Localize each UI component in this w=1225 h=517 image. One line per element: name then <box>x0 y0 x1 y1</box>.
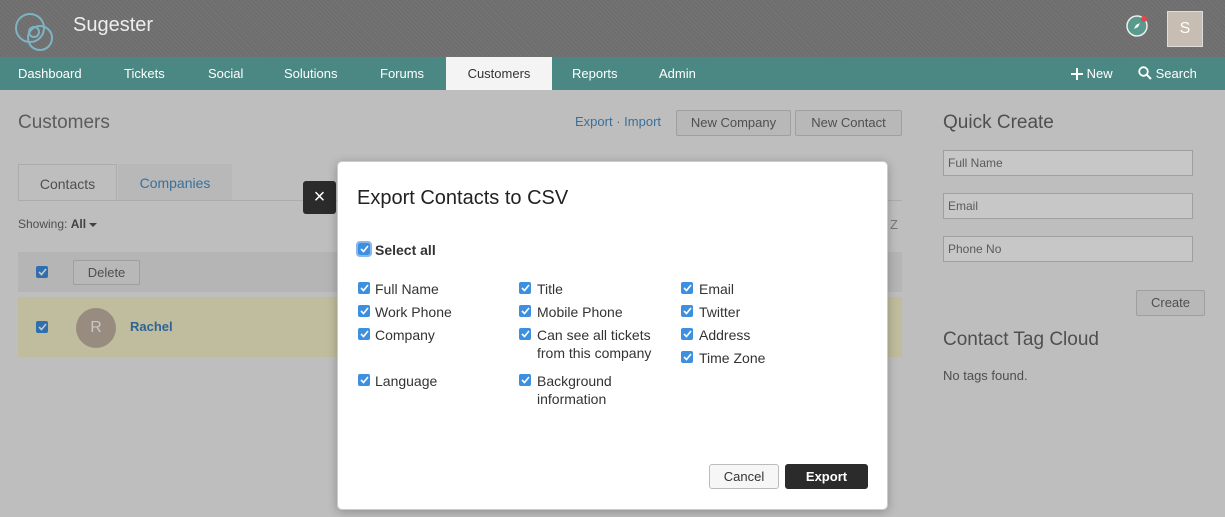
twitter-checkbox[interactable] <box>681 305 693 317</box>
title-checkbox[interactable] <box>519 282 531 294</box>
time-zone-label: Time Zone <box>699 350 766 366</box>
can-see-tickets-label-line2: from this company <box>537 345 652 361</box>
plus-icon <box>1071 68 1083 80</box>
address-checkbox[interactable] <box>681 328 693 340</box>
select-all-label: Select all <box>375 242 436 258</box>
background-info-label-line2: information <box>537 391 607 407</box>
nav-social[interactable]: Social <box>208 57 243 90</box>
title-label: Title <box>537 281 563 297</box>
search-icon <box>1138 66 1152 80</box>
nav-customers[interactable]: Customers <box>446 57 552 90</box>
export-modal: Export Contacts to CSV Select all Full N… <box>337 161 888 510</box>
can-see-tickets-checkbox[interactable] <box>519 328 531 340</box>
search-label: Search <box>1155 66 1197 81</box>
new-button[interactable]: New <box>1071 57 1113 90</box>
nav-solutions[interactable]: Solutions <box>284 57 337 90</box>
language-label: Language <box>375 373 438 389</box>
check-icon <box>359 245 369 253</box>
user-avatar[interactable]: S <box>1167 11 1203 47</box>
work-phone-label: Work Phone <box>375 304 452 320</box>
time-zone-checkbox[interactable] <box>681 351 693 363</box>
mobile-phone-checkbox[interactable] <box>519 305 531 317</box>
notification-compass-icon[interactable] <box>1125 14 1149 38</box>
email-checkbox[interactable] <box>681 282 693 294</box>
language-checkbox[interactable] <box>358 374 370 386</box>
email-label: Email <box>699 281 735 297</box>
sugester-logo-icon[interactable] <box>12 10 58 54</box>
work-phone-checkbox[interactable] <box>358 305 370 317</box>
nav-dashboard[interactable]: Dashboard <box>18 57 82 90</box>
company-checkbox[interactable] <box>358 328 370 340</box>
full-name-checkbox[interactable] <box>358 282 370 294</box>
company-label: Company <box>375 327 435 343</box>
background-info-checkbox[interactable] <box>519 374 531 386</box>
app-brand[interactable]: Sugester <box>73 14 153 37</box>
nav-admin[interactable]: Admin <box>659 57 696 90</box>
modal-title: Export Contacts to CSV <box>357 187 569 209</box>
background-info-label-line1: Background <box>537 373 612 389</box>
top-bar: Sugester S <box>0 0 1225 57</box>
address-label: Address <box>699 327 751 343</box>
nav-forums[interactable]: Forums <box>380 57 424 90</box>
cancel-button[interactable]: Cancel <box>709 464 779 489</box>
twitter-label: Twitter <box>699 304 741 320</box>
can-see-tickets-label-line1: Can see all tickets <box>537 327 651 343</box>
nav-reports[interactable]: Reports <box>572 57 618 90</box>
export-button[interactable]: Export <box>785 464 868 489</box>
new-label: New <box>1086 66 1113 81</box>
full-name-label: Full Name <box>375 281 439 297</box>
nav-tickets[interactable]: Tickets <box>124 57 165 90</box>
mobile-phone-label: Mobile Phone <box>537 304 623 320</box>
close-modal-button[interactable]: × <box>303 181 336 214</box>
search-button[interactable]: Search <box>1138 57 1197 90</box>
select-all-checkbox[interactable] <box>356 241 372 257</box>
main-nav: Dashboard Tickets Social Solutions Forum… <box>0 57 1225 90</box>
